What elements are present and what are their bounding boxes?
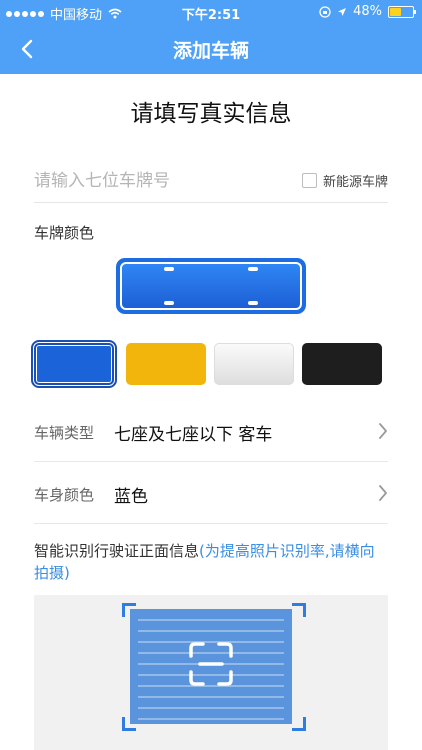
chevron-right-icon xyxy=(379,485,387,501)
scan-frame-corner xyxy=(122,603,136,617)
vehicle-type-value: 七座及七座以下 客车 xyxy=(114,425,273,445)
scan-frame-corner xyxy=(292,717,306,731)
vehicle-type-row[interactable]: 车辆类型 七座及七座以下 客车 xyxy=(34,400,388,462)
plate-color-white[interactable] xyxy=(214,343,294,385)
body-color-value: 蓝色 xyxy=(114,487,148,507)
battery-icon xyxy=(388,5,416,18)
plate-screw xyxy=(248,301,258,305)
scan-info: 智能识别行驶证正面信息(为提高照片识别率,请横向拍摄) xyxy=(34,540,388,584)
vehicle-type-label: 车辆类型 xyxy=(34,424,95,442)
plate-color-black[interactable] xyxy=(302,343,382,385)
scan-frame-corner xyxy=(292,603,306,617)
plate-screw xyxy=(164,301,174,305)
scan-area[interactable] xyxy=(34,595,388,750)
scan-frame-corner xyxy=(122,717,136,731)
new-energy-toggle[interactable]: 新能源车牌 xyxy=(301,171,388,190)
location-arrow-icon xyxy=(338,7,347,16)
plate-color-options xyxy=(31,340,388,388)
rotation-lock-icon xyxy=(319,5,331,18)
nav-title: 添加车辆 xyxy=(172,40,249,62)
plate-preview xyxy=(116,258,306,314)
status-bar: 中国移动 下午2:51 48% xyxy=(0,0,422,24)
plate-color-label: 车牌颜色 xyxy=(34,224,95,242)
body-color-label: 车身颜色 xyxy=(34,486,95,504)
scan-info-text: 智能识别行驶证正面信息 xyxy=(34,542,200,560)
battery-percent: 48% xyxy=(353,4,382,19)
nav-bar: 添加车辆 xyxy=(0,24,422,74)
status-right: 48% xyxy=(319,4,416,19)
page-title: 请填写真实信息 xyxy=(130,101,292,127)
plate-color-yellow[interactable] xyxy=(126,343,206,385)
plate-number-input[interactable] xyxy=(34,171,274,191)
plate-color-blue[interactable] xyxy=(31,340,117,388)
new-energy-label: 新能源车牌 xyxy=(322,175,388,190)
plate-preview-face xyxy=(120,262,302,310)
app-header: 中国移动 下午2:51 48% 添加车辆 xyxy=(0,0,422,74)
plate-screw xyxy=(248,267,258,271)
plate-screw xyxy=(164,267,174,271)
plate-number-row: 新能源车牌 xyxy=(34,165,388,203)
body-color-row[interactable]: 车身颜色 蓝色 xyxy=(34,462,388,524)
new-energy-checkbox[interactable] xyxy=(301,173,317,188)
chevron-right-icon xyxy=(379,423,387,439)
scan-icon[interactable] xyxy=(187,640,235,688)
